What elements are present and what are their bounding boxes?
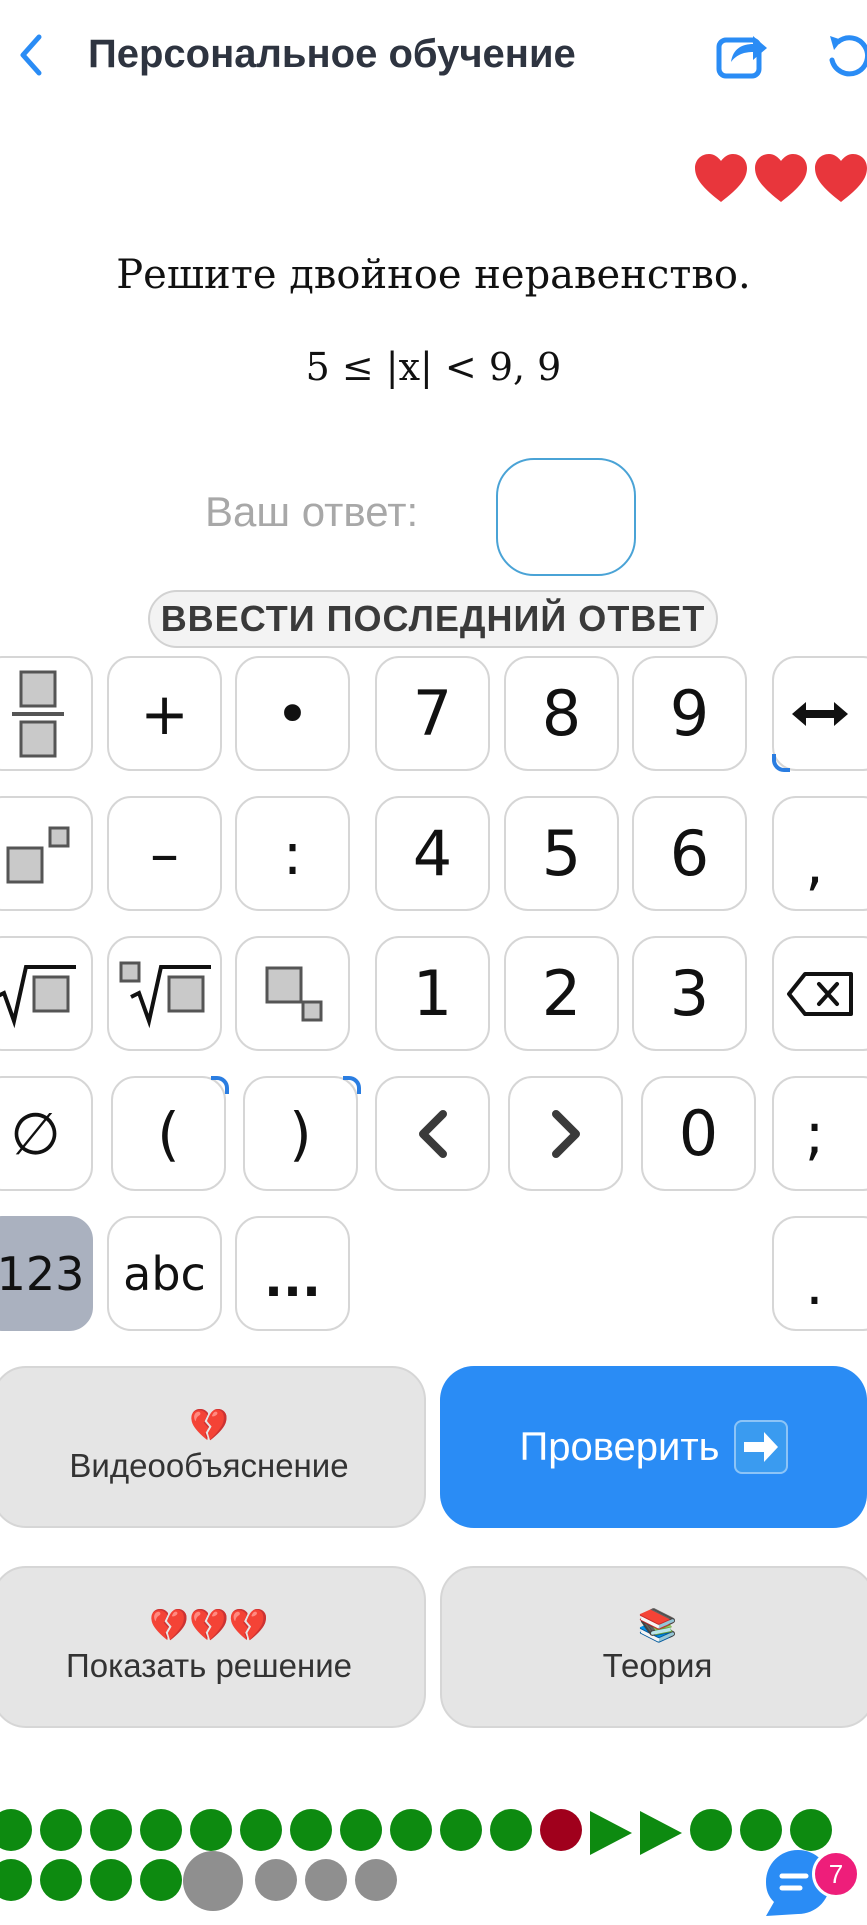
key-cursor-right[interactable] <box>508 1076 623 1191</box>
chevron-left-icon <box>418 1109 447 1158</box>
cursor-swap-icon <box>791 701 848 726</box>
progress-dot-correct[interactable] <box>90 1809 132 1851</box>
arrow-right-icon <box>733 1420 788 1474</box>
progress-dot-correct[interactable] <box>140 1859 182 1901</box>
backspace-icon <box>786 971 853 1016</box>
key-hint-marker <box>211 1076 229 1094</box>
progress-dot-correct[interactable] <box>190 1809 232 1851</box>
progress-dot-correct[interactable] <box>690 1809 732 1851</box>
subscript-icon <box>265 966 322 1021</box>
progress-dot-correct[interactable] <box>40 1809 82 1851</box>
progress-dot-pending[interactable] <box>355 1859 397 1901</box>
progress-dot-pending[interactable] <box>305 1859 347 1901</box>
progress-dot-correct[interactable] <box>390 1809 432 1851</box>
key-minus[interactable]: – <box>107 796 222 911</box>
progress-dot-correct[interactable] <box>240 1809 282 1851</box>
progress-dot-pending[interactable] <box>255 1859 297 1901</box>
key-power[interactable] <box>0 796 93 911</box>
progress-dot-correct[interactable] <box>340 1809 382 1851</box>
key-mode-abc[interactable]: abc <box>107 1216 222 1331</box>
key-empty-set[interactable]: ∅ <box>0 1076 93 1191</box>
enter-last-answer-button[interactable]: ВВЕСТИ ПОСЛЕДНИЙ ОТВЕТ <box>148 590 718 648</box>
chevron-right-icon <box>551 1109 580 1158</box>
key-cursor-left[interactable] <box>375 1076 490 1191</box>
key-period[interactable]: . <box>772 1216 867 1331</box>
key-comma[interactable]: , <box>772 796 867 911</box>
key-3[interactable]: 3 <box>632 936 747 1051</box>
show-solution-button[interactable]: 💔💔💔 Показать решение <box>0 1566 426 1728</box>
key-8[interactable]: 8 <box>504 656 619 771</box>
key-subscript[interactable] <box>235 936 350 1051</box>
question-formula: 5 ≤ |x| < 9, 9 <box>305 345 562 389</box>
heart-icon <box>755 154 807 202</box>
key-2[interactable]: 2 <box>504 936 619 1051</box>
key-divide[interactable]: : <box>235 796 350 911</box>
key-5[interactable]: 5 <box>504 796 619 911</box>
key-4[interactable]: 4 <box>375 796 490 911</box>
page-title: Персональное обучение <box>88 32 576 76</box>
key-semicolon[interactable]: ; <box>772 1076 867 1191</box>
heart-icon <box>695 154 747 202</box>
key-left-paren[interactable]: ( <box>111 1076 226 1191</box>
progress-dot-correct[interactable] <box>440 1809 482 1851</box>
broken-hearts-icon: 💔💔💔 <box>149 1607 269 1643</box>
key-sqrt[interactable] <box>0 936 93 1051</box>
key-nth-root[interactable] <box>107 936 222 1051</box>
answer-label: Ваш ответ: <box>205 488 419 535</box>
key-fraction[interactable] <box>0 656 93 771</box>
key-right-paren[interactable]: ) <box>243 1076 358 1191</box>
share-button[interactable] <box>715 26 771 86</box>
key-0[interactable]: 0 <box>641 1076 756 1191</box>
progress-dot-wrong[interactable] <box>540 1809 582 1851</box>
progress-skipped-marker[interactable] <box>590 1811 632 1855</box>
key-plus[interactable]: + <box>107 656 222 771</box>
books-icon: 📚 <box>637 1607 678 1643</box>
key-multiply[interactable]: • <box>235 656 350 771</box>
check-button[interactable]: Проверить <box>440 1366 867 1528</box>
chevron-left-icon <box>20 34 42 76</box>
key-9[interactable]: 9 <box>632 656 747 771</box>
refresh-button[interactable] <box>822 28 867 84</box>
back-button[interactable] <box>0 20 60 90</box>
progress-dot-correct[interactable] <box>0 1809 32 1851</box>
answer-input[interactable] <box>496 458 636 576</box>
progress-dot-correct[interactable] <box>90 1859 132 1901</box>
progress-dot-correct[interactable] <box>140 1809 182 1851</box>
key-hint-marker <box>343 1076 361 1094</box>
progress-dot-correct[interactable] <box>40 1859 82 1901</box>
key-7[interactable]: 7 <box>375 656 490 771</box>
progress-dot-correct[interactable] <box>790 1809 832 1851</box>
progress-skipped-marker[interactable] <box>640 1811 682 1855</box>
progress-dot-pending[interactable] <box>183 1851 243 1911</box>
sqrt-icon <box>0 964 76 1028</box>
power-icon <box>6 826 69 883</box>
heart-icon <box>815 154 867 202</box>
key-more[interactable]: ... <box>235 1216 350 1331</box>
share-icon <box>716 36 767 79</box>
key-1[interactable]: 1 <box>375 936 490 1051</box>
progress-dot-correct[interactable] <box>0 1859 32 1901</box>
progress-dot-correct[interactable] <box>740 1809 782 1851</box>
key-hint-marker <box>772 754 790 772</box>
key-mode-123[interactable]: 123 <box>0 1216 93 1331</box>
fraction-icon <box>11 670 64 757</box>
theory-button[interactable]: 📚 Теория <box>440 1566 867 1728</box>
progress-dot-correct[interactable] <box>290 1809 332 1851</box>
nth-root-icon <box>119 961 211 1028</box>
key-backspace[interactable] <box>772 936 867 1051</box>
refresh-icon <box>829 35 867 77</box>
broken-heart-icon: 💔 <box>189 1407 229 1443</box>
video-explanation-button[interactable]: 💔 Видеообъяснение <box>0 1366 426 1528</box>
chat-badge: 7 <box>812 1850 860 1898</box>
key-6[interactable]: 6 <box>632 796 747 911</box>
check-button-label: Проверить <box>519 1424 720 1469</box>
progress-dot-correct[interactable] <box>490 1809 532 1851</box>
question-prompt: Решите двойное неравенство. <box>116 252 751 298</box>
